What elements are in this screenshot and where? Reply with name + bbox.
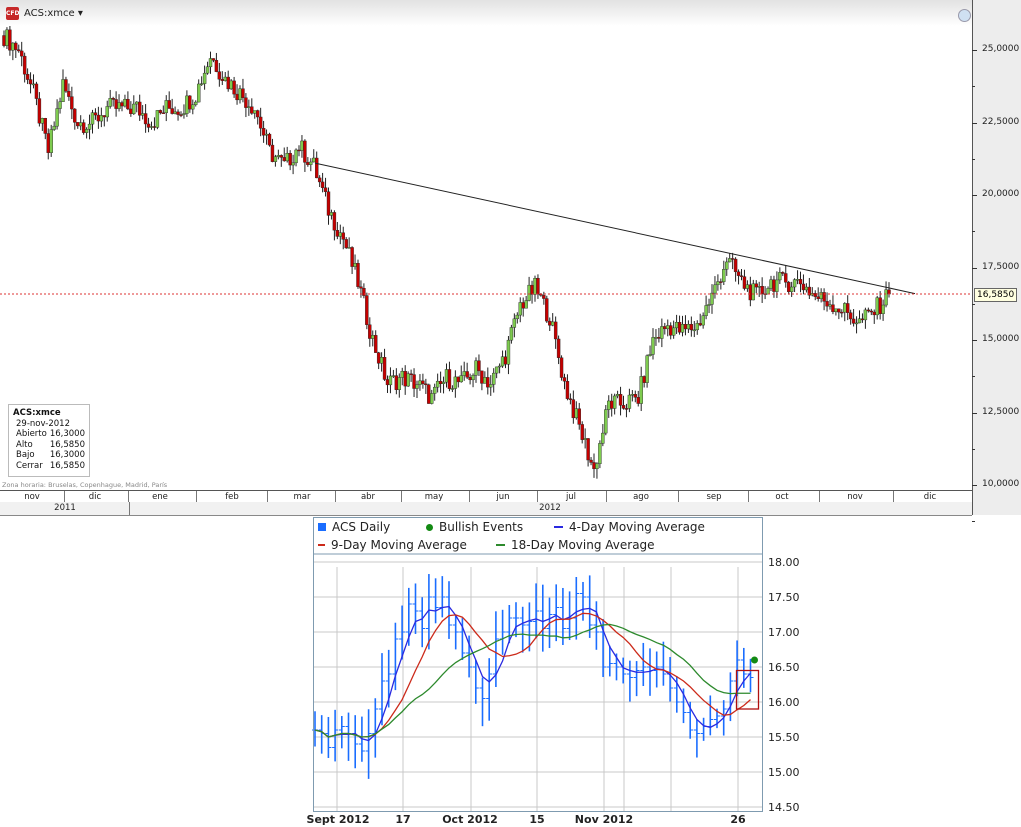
minor-tick-mark xyxy=(972,303,975,305)
month-label: dic xyxy=(88,492,102,502)
year-label: 2011 xyxy=(54,503,76,513)
date-label: Nov 2012 xyxy=(574,813,634,826)
info-label: Abierto xyxy=(16,429,47,439)
month-label: mar xyxy=(293,492,311,502)
legend-daily: ACS Daily xyxy=(318,520,390,534)
legend-bullish: Bullish Events xyxy=(426,520,523,534)
legend-label: Bullish Events xyxy=(439,520,524,534)
square-icon xyxy=(318,523,326,531)
month-label: nov xyxy=(24,492,40,502)
price-tick-label: 22,5000 xyxy=(982,116,1020,127)
tick-mark xyxy=(972,340,977,341)
line-icon xyxy=(554,526,563,528)
tick-mark xyxy=(972,195,977,196)
legend-label: 9-Day Moving Average xyxy=(331,538,467,552)
legend-ma9: 9-Day Moving Average xyxy=(318,538,467,552)
chart-header xyxy=(0,0,972,26)
minor-tick-mark xyxy=(972,86,975,87)
minor-tick-mark xyxy=(972,158,975,160)
year-label: 2012 xyxy=(539,503,561,513)
year-divider xyxy=(129,502,130,515)
tick-mark xyxy=(972,50,977,51)
daily-chart-frame xyxy=(313,517,763,812)
symbol-selector[interactable]: ACS:xmce ▾ xyxy=(24,8,83,19)
price-tick-label: 17.50 xyxy=(768,591,800,604)
month-label: jul xyxy=(565,492,577,502)
legend-ma18: 18-Day Moving Average xyxy=(496,538,655,552)
month-label: abr xyxy=(360,492,376,502)
month-label: sep xyxy=(706,492,722,502)
clock-icon[interactable] xyxy=(958,9,971,22)
minor-tick-mark xyxy=(972,521,975,522)
price-tick-label: 15.00 xyxy=(768,766,800,779)
current-price-label: 16,5850 xyxy=(974,288,1018,302)
month-label: jun xyxy=(496,492,510,502)
line-icon xyxy=(318,544,325,546)
info-label: Bajo xyxy=(16,450,35,460)
tick-mark xyxy=(972,412,977,414)
year-axis: 2011 2012 xyxy=(0,502,972,516)
legend-ma4: 4-Day Moving Average xyxy=(554,520,705,534)
price-tick-label: 25,0000 xyxy=(982,44,1020,54)
cfd-badge: CFD xyxy=(6,7,19,20)
dot-icon xyxy=(426,523,433,531)
price-tick-label: 16.00 xyxy=(768,696,800,709)
date-label: 26 xyxy=(730,813,746,826)
price-tick-label: 15,0000 xyxy=(982,334,1020,344)
minor-tick-mark xyxy=(972,231,975,232)
minor-tick-mark xyxy=(972,376,975,377)
month-label: dic xyxy=(923,492,937,502)
symbol-label: ACS:xmce xyxy=(24,8,75,19)
month-label: ene xyxy=(152,492,168,502)
ohlc-info-box: ACS:xmce 29-nov-2012 Abierto 16,3000 Alto… xyxy=(8,404,90,477)
info-date: 29-nov-2012 xyxy=(16,418,70,429)
tick-mark xyxy=(972,485,977,486)
line-icon xyxy=(496,544,505,546)
info-label: Cerrar xyxy=(16,460,43,471)
timezone-note: Zona horaria: Bruselas, Copenhague, Madr… xyxy=(2,481,168,489)
price-tick-label: 15.50 xyxy=(768,731,800,744)
info-value: 16,3000 xyxy=(49,450,85,460)
info-symbol: ACS:xmce xyxy=(13,408,61,418)
date-label: Oct 2012 xyxy=(442,813,498,826)
price-tick-label: 16.50 xyxy=(768,661,800,674)
caret-down-icon: ▾ xyxy=(77,8,83,19)
price-tick-label: 20,0000 xyxy=(982,189,1020,199)
price-tick-label: 17,5000 xyxy=(982,261,1020,272)
tick-mark xyxy=(972,122,977,124)
legend-label: ACS Daily xyxy=(332,520,391,534)
price-tick-label: 14.50 xyxy=(768,801,800,814)
month-label: feb xyxy=(225,492,239,502)
legend-label: 18-Day Moving Average xyxy=(511,538,655,552)
date-label: Sept 2012 xyxy=(306,813,370,826)
month-label: oct xyxy=(775,492,789,502)
date-label: 17 xyxy=(395,813,411,826)
info-value: 16,5850 xyxy=(49,460,85,471)
price-tick-label: 12,5000 xyxy=(982,406,1020,417)
tick-mark xyxy=(972,267,977,269)
price-tick-label: 18.00 xyxy=(768,556,800,569)
minor-tick-mark xyxy=(972,448,975,450)
month-label: ago xyxy=(633,492,649,502)
month-label: nov xyxy=(847,492,863,502)
info-value: 16,3000 xyxy=(49,429,85,439)
price-tick-label: 17.00 xyxy=(768,626,800,639)
legend-label: 4-Day Moving Average xyxy=(569,520,705,534)
month-label: may xyxy=(424,492,444,502)
date-label: 15 xyxy=(529,813,545,826)
price-axis[interactable] xyxy=(972,0,1021,515)
info-value: 16,5850 xyxy=(49,439,85,450)
info-label: Alto xyxy=(16,439,33,450)
price-tick-label: 10,0000 xyxy=(982,479,1020,489)
